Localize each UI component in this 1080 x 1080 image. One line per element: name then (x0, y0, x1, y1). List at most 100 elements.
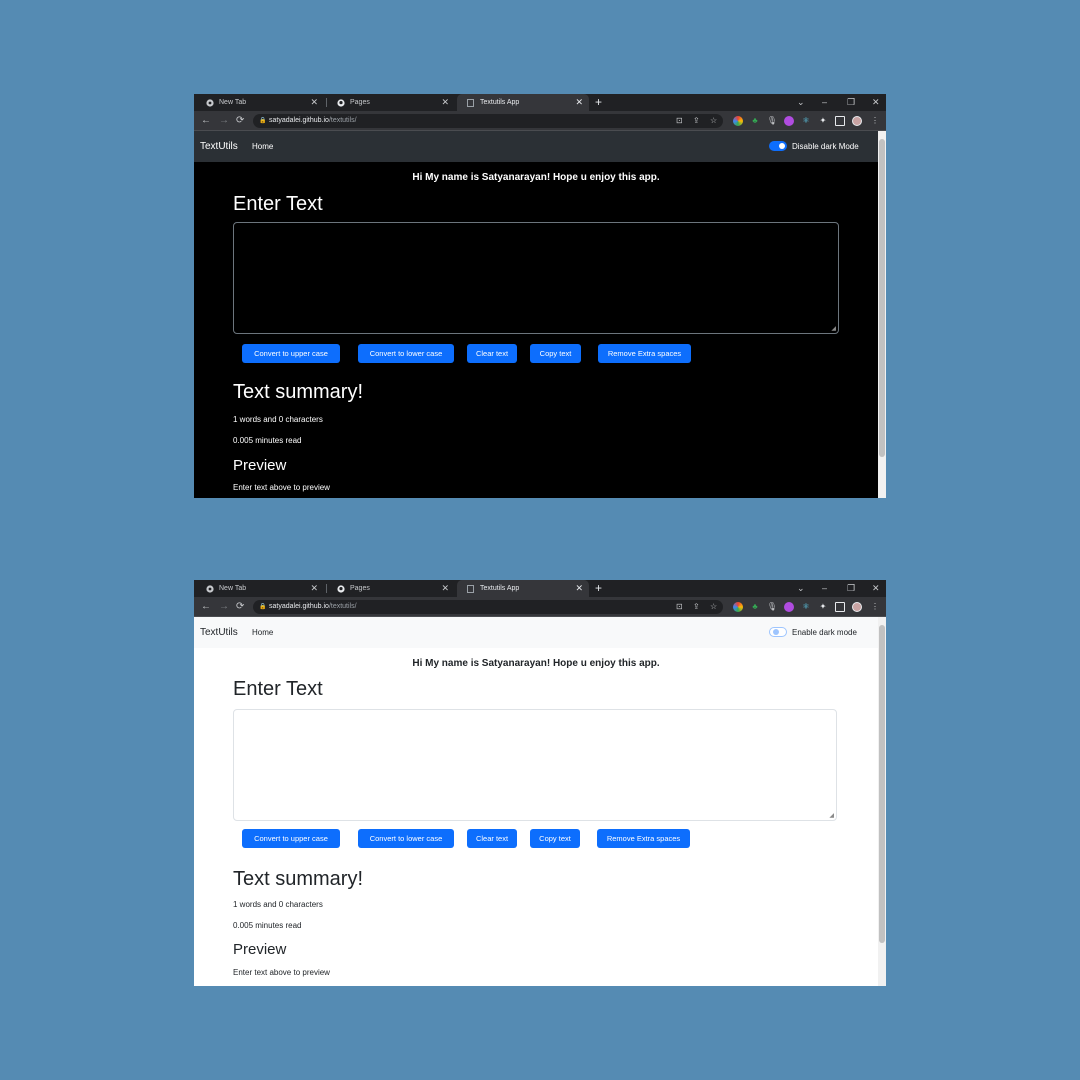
close-icon[interactable]: ✕ (441, 94, 449, 111)
page-content: TextUtils Home Enable dark mode Hi My na… (194, 617, 878, 986)
text-input[interactable]: ◢ (233, 709, 837, 821)
tab-title: Textutils App (480, 585, 520, 592)
dark-mode-toggle[interactable] (769, 627, 787, 637)
puzzle-icon[interactable]: ✦ (818, 116, 828, 126)
page-icon (466, 98, 475, 107)
window-close-icon[interactable]: ✕ (872, 94, 880, 111)
url-field[interactable]: 🔒 satyadalei.github.io/textutils/ ⊡ ⇪ ☆ (253, 114, 723, 128)
tab-title: Pages (350, 585, 370, 592)
extension-tree-icon[interactable]: ♣ (750, 602, 760, 612)
back-arrow-icon[interactable]: ← (201, 111, 211, 131)
upper-case-button[interactable]: Convert to upper case (242, 829, 340, 848)
read-time-text: 0.005 minutes read (233, 921, 302, 930)
window-close-icon[interactable]: ✕ (872, 580, 880, 597)
install-icon[interactable]: ⊡ (676, 600, 683, 614)
install-icon[interactable]: ⊡ (676, 114, 683, 128)
react-devtools-icon[interactable]: ⚛ (801, 116, 811, 126)
new-tab-button[interactable]: + (595, 580, 602, 597)
clear-text-button[interactable]: Clear text (467, 344, 517, 363)
chevron-down-icon[interactable]: ⌄ (797, 580, 805, 597)
lower-case-button[interactable]: Convert to lower case (358, 829, 454, 848)
tab-pages[interactable]: Pages ✕ (327, 94, 455, 111)
extension-purple-icon[interactable] (784, 602, 794, 612)
scrollbar[interactable] (878, 131, 886, 498)
extension-color-icon[interactable] (733, 602, 743, 612)
back-arrow-icon[interactable]: ← (201, 597, 211, 617)
tab-strip: New Tab ✕ Pages ✕ Textutils App ✕ + ⌄ – … (194, 94, 886, 111)
forward-arrow-icon[interactable]: → (219, 111, 229, 131)
share-icon[interactable]: ⇪ (693, 600, 700, 614)
share-icon[interactable]: ⇪ (693, 114, 700, 128)
side-panel-icon[interactable] (835, 116, 845, 126)
chevron-down-icon[interactable]: ⌄ (797, 94, 805, 111)
brand-link[interactable]: TextUtils (200, 617, 238, 648)
tab-new-tab[interactable]: New Tab ✕ (196, 580, 324, 597)
tab-textutils[interactable]: Textutils App ✕ (457, 94, 589, 111)
tab-title: New Tab (219, 99, 247, 106)
minimize-icon[interactable]: – (822, 94, 827, 111)
scrollbar[interactable] (878, 617, 886, 986)
chrome-icon (205, 584, 214, 593)
copy-text-button[interactable]: Copy text (530, 344, 581, 363)
nav-home-link[interactable]: Home (252, 131, 273, 162)
dark-mode-toggle[interactable] (769, 141, 787, 151)
microphone-icon[interactable]: 🎙 (767, 116, 777, 126)
maximize-icon[interactable]: ❐ (847, 94, 855, 111)
tab-new-tab[interactable]: New Tab ✕ (196, 94, 324, 111)
extension-purple-icon[interactable] (784, 116, 794, 126)
minimize-icon[interactable]: – (822, 580, 827, 597)
preview-heading: Preview (233, 457, 287, 474)
brand-link[interactable]: TextUtils (200, 131, 238, 162)
maximize-icon[interactable]: ❐ (847, 580, 855, 597)
avatar[interactable] (852, 116, 862, 126)
scrollbar-thumb[interactable] (879, 625, 885, 943)
avatar[interactable] (852, 602, 862, 612)
remove-extra-spaces-button[interactable]: Remove Extra spaces (598, 344, 691, 363)
app-navbar: TextUtils Home Enable dark mode (194, 617, 878, 648)
dark-mode-toggle-label: Disable dark Mode (792, 142, 859, 151)
nav-home-link[interactable]: Home (252, 617, 273, 648)
upper-case-button[interactable]: Convert to upper case (242, 344, 340, 363)
text-input[interactable]: ◢ (233, 222, 839, 334)
url-path: /textutils/ (328, 603, 357, 610)
lower-case-button[interactable]: Convert to lower case (358, 344, 454, 363)
page-content: TextUtils Home Disable dark Mode Hi My n… (194, 131, 878, 498)
new-tab-button[interactable]: + (595, 94, 602, 111)
side-panel-icon[interactable] (835, 602, 845, 612)
microphone-icon[interactable]: 🎙 (767, 602, 777, 612)
react-devtools-icon[interactable]: ⚛ (801, 602, 811, 612)
clear-text-button[interactable]: Clear text (467, 829, 517, 848)
close-icon[interactable]: ✕ (310, 94, 318, 111)
forward-arrow-icon[interactable]: → (219, 597, 229, 617)
app-navbar: TextUtils Home Disable dark Mode (194, 131, 878, 162)
extension-color-icon[interactable] (733, 116, 743, 126)
star-icon[interactable]: ☆ (710, 114, 717, 128)
star-icon[interactable]: ☆ (710, 600, 717, 614)
enter-text-heading: Enter Text (233, 193, 323, 215)
close-icon[interactable]: ✕ (441, 580, 449, 597)
chrome-icon (205, 98, 214, 107)
lock-icon: 🔒 (259, 604, 267, 610)
resize-grip-icon[interactable]: ◢ (829, 813, 834, 819)
kebab-menu-icon[interactable]: ⋮ (870, 116, 880, 126)
copy-text-button[interactable]: Copy text (530, 829, 580, 848)
greeting-text: Hi My name is Satyanarayan! Hope u enjoy… (412, 172, 660, 183)
close-icon[interactable]: ✕ (310, 580, 318, 597)
reload-icon[interactable]: ⟳ (236, 597, 244, 617)
url-host: satyadalei.github.io (269, 603, 329, 610)
close-icon[interactable]: ✕ (575, 94, 583, 111)
toggle-knob (773, 629, 779, 635)
url-field[interactable]: 🔒 satyadalei.github.io/textutils/ ⊡ ⇪ ☆ (253, 600, 723, 614)
puzzle-icon[interactable]: ✦ (818, 602, 828, 612)
reload-icon[interactable]: ⟳ (236, 111, 244, 131)
scrollbar-thumb[interactable] (879, 139, 885, 457)
tab-textutils[interactable]: Textutils App ✕ (457, 580, 589, 597)
address-bar: ← → ⟳ 🔒 satyadalei.github.io/textutils/ … (194, 111, 886, 131)
resize-grip-icon[interactable]: ◢ (831, 326, 836, 332)
extension-tree-icon[interactable]: ♣ (750, 116, 760, 126)
close-icon[interactable]: ✕ (575, 580, 583, 597)
tab-pages[interactable]: Pages ✕ (327, 580, 455, 597)
remove-extra-spaces-button[interactable]: Remove Extra spaces (597, 829, 690, 848)
preview-heading: Preview (233, 941, 287, 958)
kebab-menu-icon[interactable]: ⋮ (870, 602, 880, 612)
